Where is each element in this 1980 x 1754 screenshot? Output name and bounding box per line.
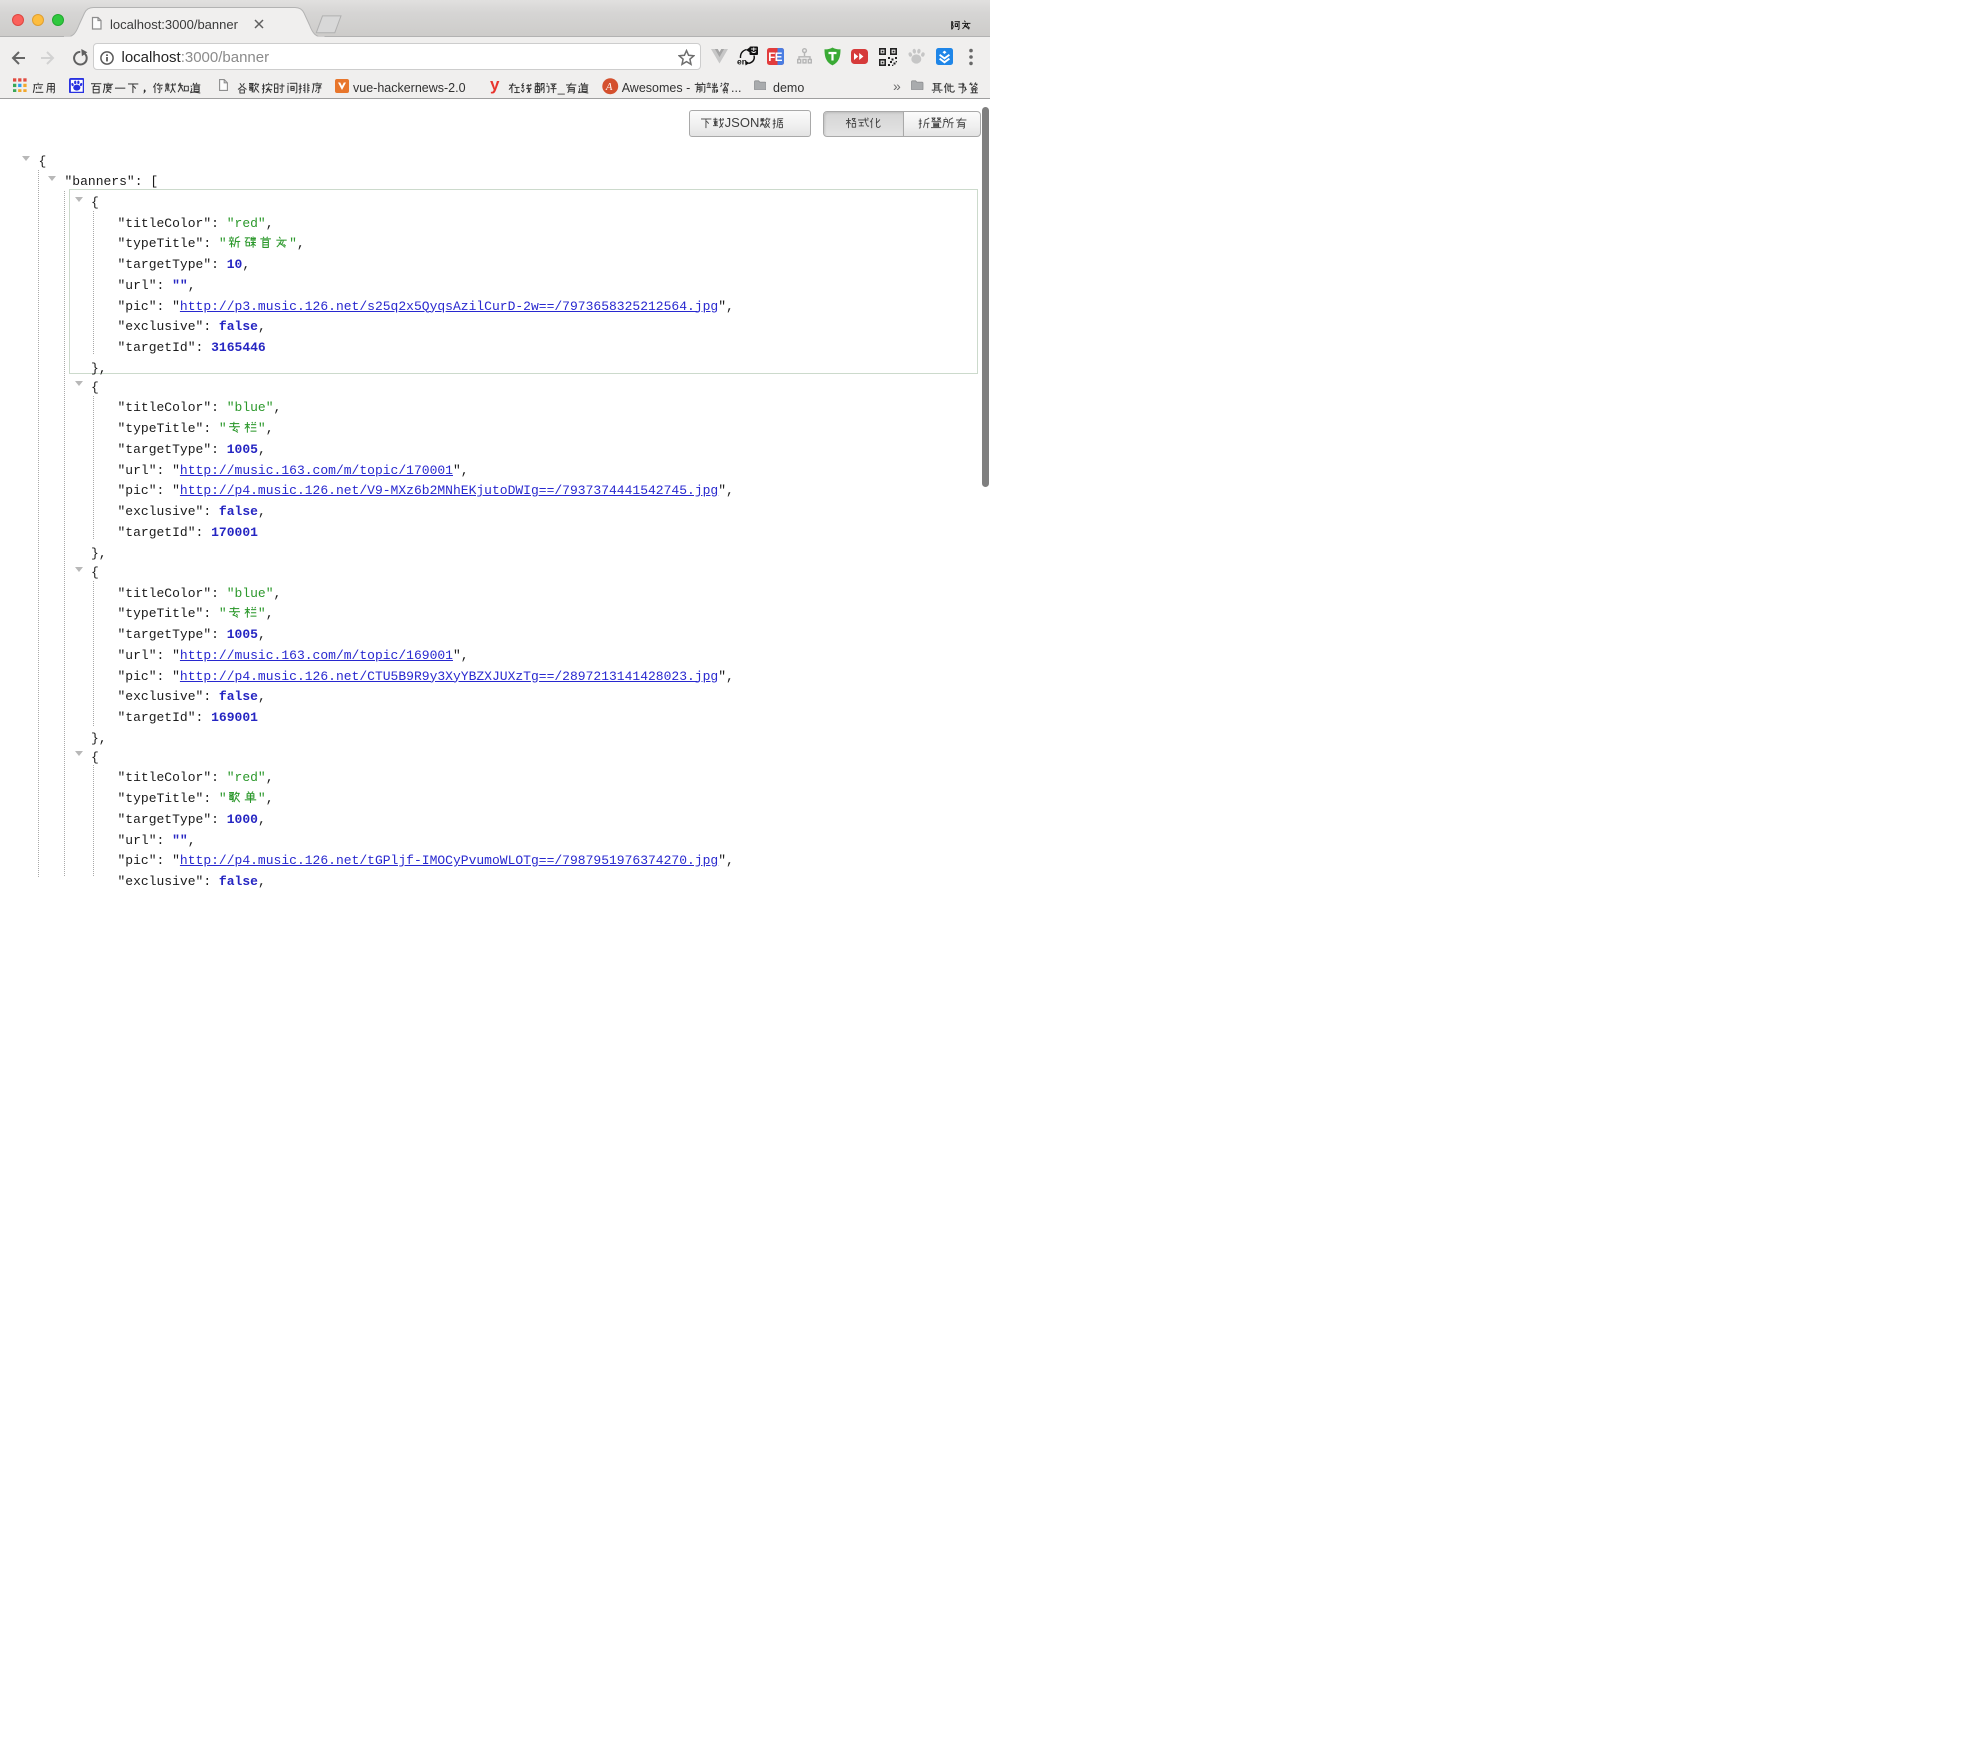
svg-text:en: en	[737, 57, 747, 67]
svg-text:FE: FE	[768, 52, 783, 64]
svg-text:A: A	[605, 81, 613, 93]
